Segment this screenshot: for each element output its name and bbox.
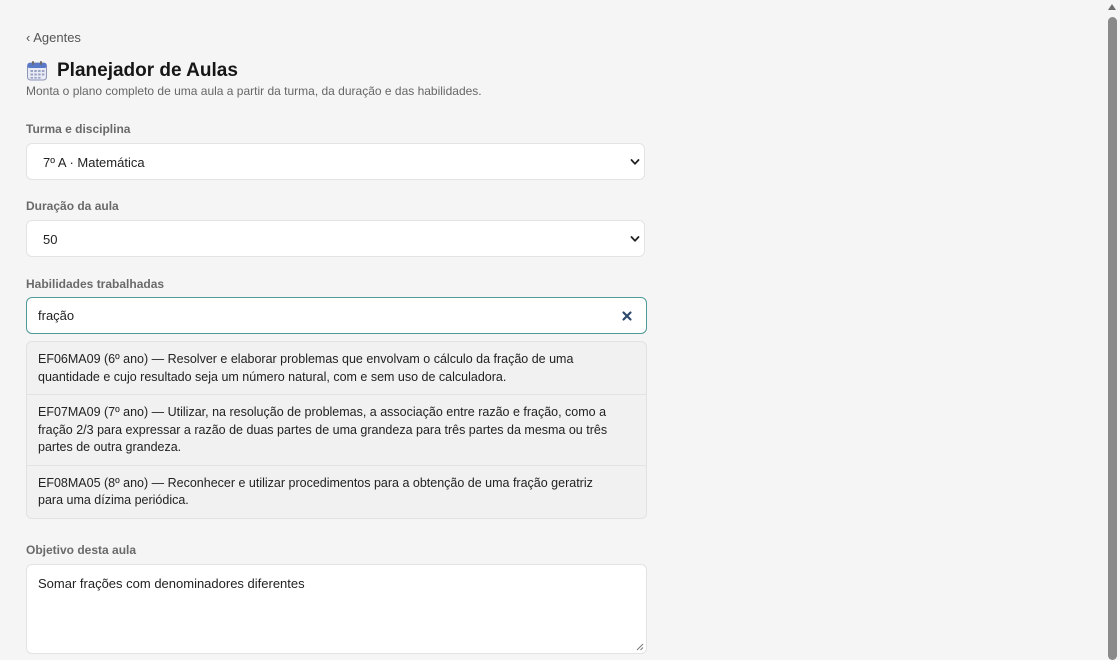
list-item[interactable]: EF07MA09 (7º ano) — Utilizar, na resoluç… — [27, 395, 646, 466]
close-icon[interactable] — [620, 309, 634, 323]
objetivo-textarea[interactable]: Somar frações com denominadores diferent… — [26, 564, 647, 654]
turma-select[interactable]: 7º A · Matemática — [26, 143, 645, 180]
scrollbar-thumb[interactable] — [1108, 17, 1117, 660]
chevron-down-icon — [630, 159, 640, 165]
habilidades-label: Habilidades trabalhadas — [26, 277, 165, 291]
resize-handle-icon[interactable] — [635, 642, 644, 651]
duracao-label: Duração da aula — [26, 199, 119, 213]
objetivo-textarea-value: Somar frações com denominadores diferent… — [38, 576, 305, 591]
duracao-select[interactable]: 50 — [26, 220, 645, 257]
objetivo-label: Objetivo desta aula — [26, 543, 137, 557]
habilidades-results-list: EF06MA09 (6º ano) — Resolver e elaborar … — [26, 341, 647, 519]
duracao-select-value: 50 — [43, 232, 58, 247]
vertical-scrollbar[interactable] — [1104, 0, 1120, 660]
planner-page: ‹ Agentes Planejador de Aulas Monta o pl… — [0, 0, 1120, 660]
page-subtitle: Monta o plano completo de uma aula a par… — [26, 84, 482, 98]
chevron-down-icon — [630, 236, 640, 242]
back-link-agentes[interactable]: ‹ Agentes — [26, 30, 81, 45]
calendar-icon — [27, 61, 47, 81]
turma-select-value: 7º A · Matemática — [43, 155, 145, 170]
habilidades-search-input[interactable] — [38, 298, 598, 333]
list-item[interactable]: EF08MA05 (8º ano) — Reconhecer e utiliza… — [27, 466, 646, 518]
scroll-up-arrow-icon[interactable] — [1107, 3, 1117, 11]
habilidades-search — [26, 297, 647, 334]
turma-label: Turma e disciplina — [26, 122, 131, 136]
page-title: Planejador de Aulas — [57, 60, 238, 81]
list-item[interactable]: EF06MA09 (6º ano) — Resolver e elaborar … — [27, 342, 646, 395]
page-header: Planejador de Aulas — [26, 60, 238, 82]
